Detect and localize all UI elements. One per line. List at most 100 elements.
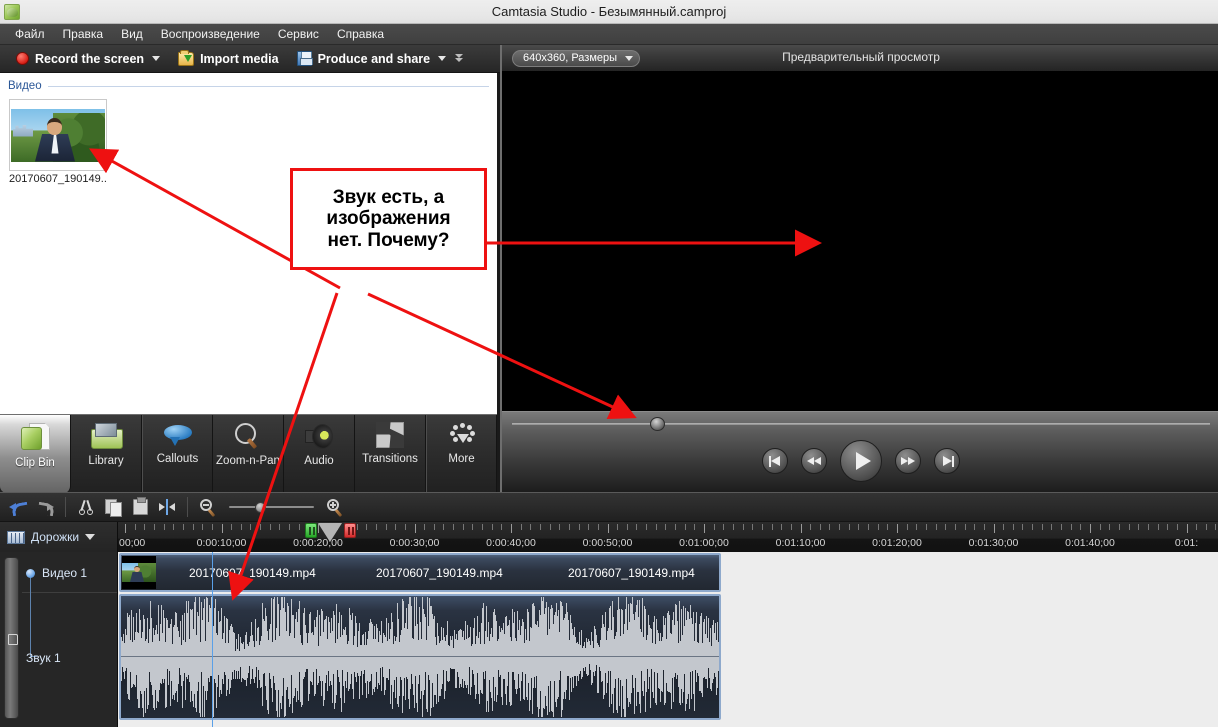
preview-panel: 640x360, Размеры Предварительный просмот…	[500, 45, 1218, 492]
track-label-audio: Звук 1	[26, 651, 61, 665]
produce-and-share-button[interactable]: Produce and share	[289, 47, 473, 71]
track-row-audio[interactable]: Звук 1	[26, 651, 61, 665]
cut-button[interactable]	[74, 496, 98, 518]
tab-label: More	[448, 453, 475, 465]
ruler-tick-minor	[1041, 524, 1043, 530]
ruler-tick-minor	[163, 524, 165, 530]
copy-button[interactable]	[101, 496, 125, 518]
preview-stage[interactable]	[502, 71, 1218, 461]
zoom-out-button[interactable]	[196, 496, 220, 518]
annotation-callout-box: Звук есть, а изображения нет. Почему?	[290, 168, 487, 270]
rewind-button[interactable]	[801, 448, 827, 474]
slider-knob[interactable]	[255, 502, 266, 513]
waveform-channel-left	[121, 596, 719, 657]
track-toggle-icon[interactable]	[26, 568, 35, 578]
tab-library[interactable]: Library	[71, 415, 142, 493]
ruler-tick-major	[414, 524, 416, 533]
scrubber-knob[interactable]	[650, 417, 665, 431]
ruler-tick-minor	[443, 524, 445, 530]
city-skyline	[13, 124, 33, 137]
menu-item-help[interactable]: Справка	[328, 25, 393, 43]
track-divider	[22, 592, 117, 593]
ruler-tick-minor	[472, 524, 474, 530]
ruler-tick-minor	[530, 524, 532, 530]
clip-filmstrip-thumbnail	[122, 556, 156, 589]
ruler-label: 0:00:30;00	[389, 537, 440, 549]
menu-item-file[interactable]: Файл	[6, 25, 54, 43]
track-name-column: Видео 1 Звук 1	[0, 552, 118, 727]
clip-label: 20170607_190149.mp4	[376, 565, 503, 580]
library-folder-icon	[90, 422, 123, 450]
tracks-label: Дорожки	[31, 530, 80, 544]
audio-clip[interactable]	[119, 594, 721, 720]
ruler-tick-minor	[829, 524, 831, 530]
paste-button[interactable]	[128, 496, 152, 518]
ruler-tick-minor	[1070, 524, 1072, 530]
chevron-down-icon[interactable]	[152, 56, 161, 61]
playhead-line	[212, 552, 213, 727]
undo-button[interactable]	[6, 496, 30, 518]
tab-zoom-n-pan[interactable]: Zoom-n-Pan	[213, 415, 284, 493]
ruler-tick-minor	[983, 524, 985, 530]
track-row-video[interactable]: Видео 1	[26, 566, 87, 580]
record-the-screen-button[interactable]: Record the screen	[8, 47, 168, 71]
ruler-tick-minor	[173, 524, 175, 530]
track-connector	[30, 575, 37, 657]
video-clip-labels: 20170607_190149.mp4 20170607_190149.mp4 …	[156, 555, 719, 590]
ruler-tick-minor	[1022, 524, 1024, 530]
chevron-down-icon[interactable]	[85, 534, 96, 540]
redo-button[interactable]	[33, 496, 57, 518]
ruler-label: 0:00:50;00	[582, 537, 633, 549]
track-scrollbar[interactable]	[4, 557, 19, 719]
ruler-tick-minor	[617, 524, 619, 530]
timeline-track-area[interactable]: 20170607_190149.mp4 20170607_190149.mp4 …	[118, 552, 1218, 727]
toolbar-divider	[187, 497, 188, 517]
tab-audio[interactable]: Audio	[284, 415, 355, 493]
menu-item-playback[interactable]: Воспроизведение	[152, 25, 269, 43]
menu-item-tools[interactable]: Сервис	[269, 25, 328, 43]
import-media-button[interactable]: Import media	[170, 47, 287, 71]
double-chevron-icon[interactable]	[454, 53, 464, 65]
go-to-end-button[interactable]	[934, 448, 960, 474]
go-to-start-button[interactable]	[762, 448, 788, 474]
tab-transitions[interactable]: Transitions	[355, 415, 426, 493]
out-marker[interactable]	[344, 523, 356, 538]
ruler-tick-major	[993, 524, 995, 533]
tab-clip-bin[interactable]: Clip Bin	[0, 415, 71, 493]
ruler-tick-minor	[1138, 524, 1140, 530]
playhead-handle[interactable]	[318, 523, 342, 542]
tab-more[interactable]: More	[426, 415, 497, 493]
preview-scrubber[interactable]	[512, 417, 1210, 431]
timeline-ruler[interactable]: 00;00 0:00:10;00 0:00:20;00 0:00:30;00 0:00:…	[118, 522, 1218, 552]
folder-import-icon	[178, 49, 195, 66]
produce-label: Produce and share	[317, 51, 431, 66]
tab-label: Zoom-n-Pan	[216, 455, 280, 467]
ruler-label: 0:01:30;00	[968, 537, 1019, 549]
video-clip[interactable]: 20170607_190149.mp4 20170607_190149.mp4 …	[119, 553, 721, 592]
tab-callouts[interactable]: Callouts	[142, 415, 213, 493]
ruler-tick-minor	[289, 524, 291, 530]
tracks-header[interactable]: Дорожки	[0, 522, 118, 552]
ruler-tick-major	[1186, 524, 1188, 533]
ruler-tick-minor	[462, 524, 464, 530]
record-label: Record the screen	[35, 51, 145, 66]
fast-forward-button[interactable]	[895, 448, 921, 474]
ruler-tick-minor	[501, 524, 503, 530]
tab-label: Callouts	[156, 453, 199, 465]
ruler-tick-minor	[1176, 524, 1178, 530]
timeline-zoom-slider[interactable]	[229, 500, 314, 514]
play-button[interactable]	[840, 440, 882, 482]
thumbnail-image	[11, 108, 105, 162]
split-button[interactable]	[155, 496, 179, 518]
slider-track	[229, 506, 314, 508]
ruler-tick-minor	[568, 524, 570, 530]
magnifier-icon	[232, 422, 264, 450]
zoom-in-button[interactable]	[323, 496, 347, 518]
menu-item-edit[interactable]: Правка	[54, 25, 113, 43]
chevron-down-icon[interactable]	[438, 56, 447, 61]
clip-thumbnail[interactable]	[9, 99, 107, 171]
menu-item-view[interactable]: Вид	[112, 25, 152, 43]
tab-label: Transitions	[362, 453, 418, 465]
in-marker[interactable]	[305, 523, 317, 538]
clip-bin-item[interactable]: 20170607_190149....	[9, 99, 107, 185]
